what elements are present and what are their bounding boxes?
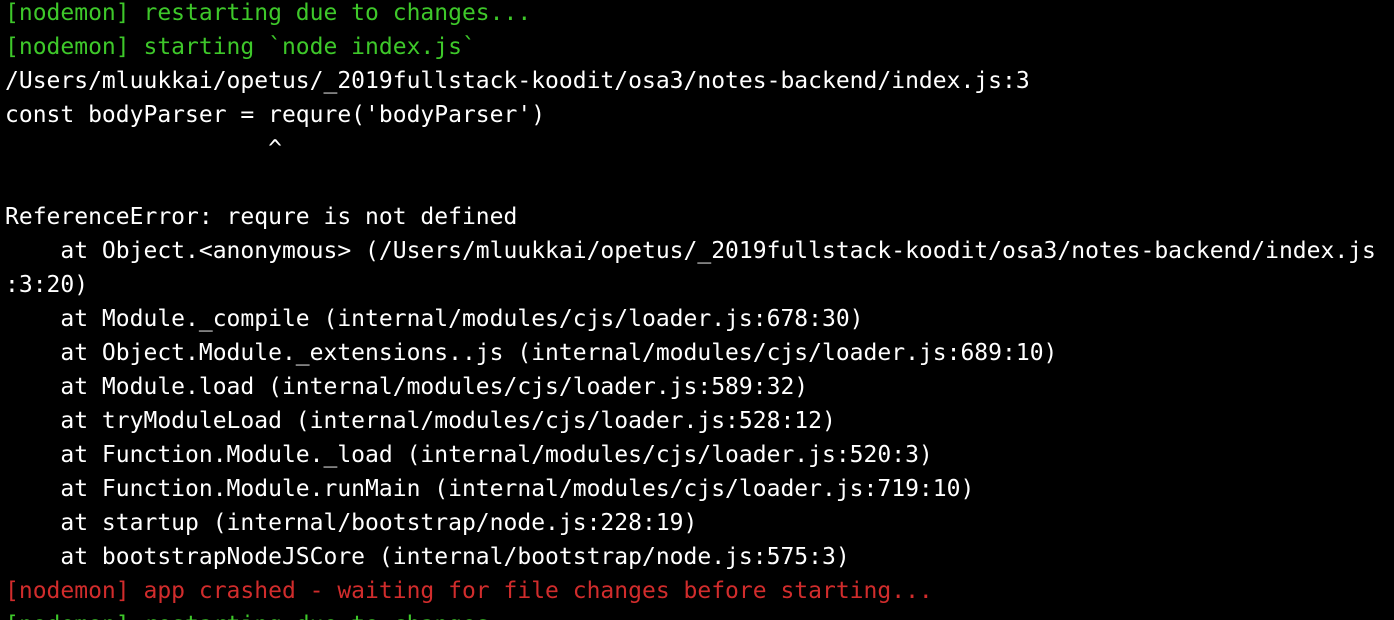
error-file-path-line: /Users/mluukkai/opetus/_2019fullstack-ko…: [5, 68, 1030, 94]
reference-error-line: ReferenceError: requre is not defined: [5, 204, 518, 230]
stack-trace-line: at bootstrapNodeJSCore (internal/bootstr…: [5, 544, 850, 570]
terminal-window[interactable]: [nodemon] restarting due to changes... […: [0, 0, 1394, 620]
stack-trace-line: at Function.Module._load (internal/modul…: [5, 442, 933, 468]
nodemon-restarting-line: [nodemon] restarting due to changes...: [5, 0, 532, 26]
error-source-code-line: const bodyParser = requre('bodyParser'): [5, 102, 546, 128]
nodemon-restarting-line: [nodemon] restarting due to changes...: [5, 608, 1394, 620]
stack-trace-line: at Module._compile (internal/modules/cjs…: [5, 306, 864, 332]
stack-trace-line: at startup (internal/bootstrap/node.js:2…: [5, 510, 698, 536]
stack-trace-line: at Module.load (internal/modules/cjs/loa…: [5, 374, 809, 400]
nodemon-app-crashed-line: [nodemon] app crashed - waiting for file…: [5, 578, 933, 604]
stack-trace-line: at Object.<anonymous> (/Users/mluukkai/o…: [5, 238, 1376, 264]
stack-trace-line: at Object.Module._extensions..js (intern…: [5, 340, 1058, 366]
nodemon-starting-line: [nodemon] starting `node index.js`: [5, 34, 476, 60]
stack-trace-line: at tryModuleLoad (internal/modules/cjs/l…: [5, 408, 836, 434]
stack-trace-line-wrap: :3:20): [5, 272, 89, 298]
error-caret-line: ^: [5, 136, 282, 162]
stack-trace-line: at Function.Module.runMain (internal/mod…: [5, 476, 975, 502]
